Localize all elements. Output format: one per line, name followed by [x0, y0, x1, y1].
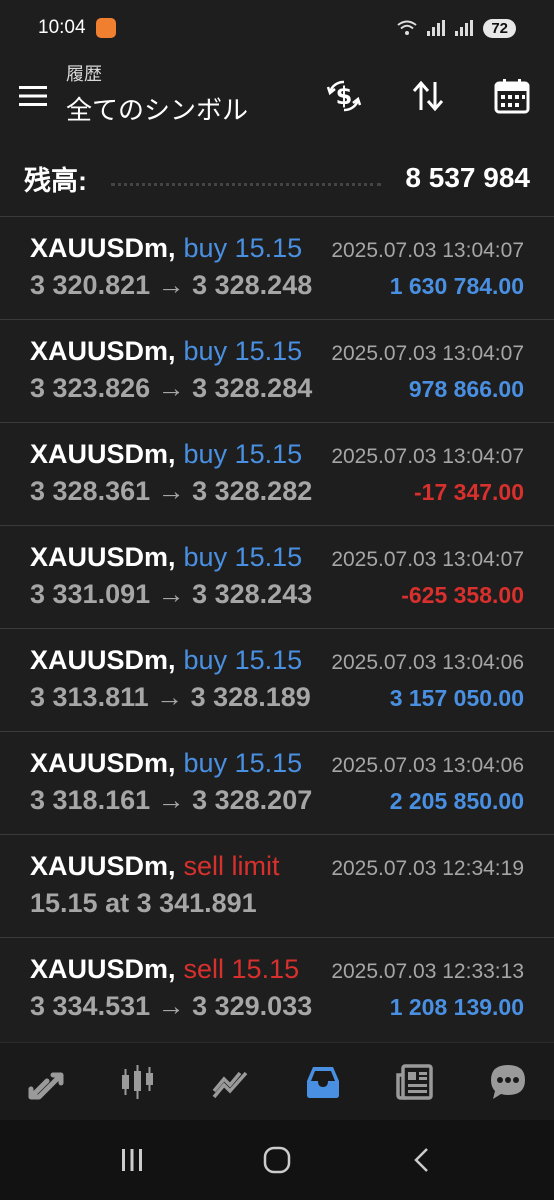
- trade-profit: 1 630 784.00: [389, 273, 524, 299]
- trade-time: 2025.07.03 13:04:07: [331, 445, 524, 468]
- balance-label: 残高:: [24, 165, 87, 196]
- news-icon: [396, 1064, 434, 1100]
- currency-exchange-button[interactable]: $: [302, 56, 386, 136]
- home-icon: [263, 1146, 291, 1174]
- page-subtitle: 履歴: [66, 63, 102, 84]
- trade-time: 2025.07.03 13:04:06: [331, 651, 524, 674]
- recent-apps-button[interactable]: [102, 1130, 162, 1190]
- quotes-icon: [28, 1072, 64, 1100]
- table-row[interactable]: XAUUSDm, buy 15.15 2025.07.03 13:04:07 3 3…: [0, 216, 554, 319]
- balance-row: 残高: 8 537 984: [0, 148, 554, 208]
- trade-prices: 3 331.091 → 3 328.243: [30, 579, 313, 609]
- signal-icon: [427, 20, 446, 36]
- calendar-icon: [494, 79, 530, 114]
- trade-side: buy 15.15: [183, 439, 303, 469]
- chart-icon: [122, 1065, 154, 1099]
- trade-prices: 15.15 at 3 341.891: [30, 888, 257, 918]
- trade-side: buy 15.15: [183, 542, 303, 572]
- trade-side: buy 15.15: [183, 645, 303, 675]
- back-button[interactable]: [392, 1130, 452, 1190]
- signal-icon-2: [455, 20, 474, 36]
- clock: 10:04: [38, 17, 86, 38]
- balance-value: 8 537 984: [405, 162, 530, 193]
- trade-symbol: XAUUSDm,: [30, 645, 176, 675]
- title-block[interactable]: 履歴 全てのシンボル: [66, 64, 302, 127]
- trade-time: 2025.07.03 13:04:06: [331, 754, 524, 777]
- currency-exchange-icon: $: [326, 80, 362, 112]
- calendar-button[interactable]: [470, 56, 554, 136]
- sort-button[interactable]: [386, 56, 470, 136]
- system-navigation: [0, 1120, 554, 1200]
- home-button[interactable]: [247, 1130, 307, 1190]
- nav-news[interactable]: [385, 1052, 445, 1112]
- wifi-icon: [397, 20, 417, 35]
- trade-prices: 3 323.826 → 3 328.284: [30, 373, 313, 403]
- table-row[interactable]: XAUUSDm, buy 15.15 2025.07.03 13:04:07 3 3…: [0, 319, 554, 422]
- back-icon: [413, 1148, 428, 1172]
- trade-profit: 2 205 850.00: [389, 788, 524, 814]
- trade-symbol: XAUUSDm,: [30, 439, 176, 469]
- trade-time: 2025.07.03 12:34:19: [331, 857, 524, 880]
- bottom-navigation: [0, 1042, 554, 1121]
- nav-history[interactable]: [293, 1052, 353, 1112]
- page-title: 全てのシンボル: [66, 94, 249, 125]
- table-row[interactable]: XAUUSDm, buy 15.15 2025.07.03 13:04:06 3 3…: [0, 731, 554, 834]
- trade-side: sell limit: [183, 851, 280, 881]
- trade-time: 2025.07.03 13:04:07: [331, 342, 524, 365]
- trade-symbol: XAUUSDm,: [30, 542, 176, 572]
- svg-text:$: $: [336, 82, 353, 110]
- nav-trade[interactable]: [201, 1052, 261, 1112]
- trade-profit: 978 866.00: [408, 376, 524, 402]
- trade-profit: -17 347.00: [414, 479, 524, 505]
- menu-button[interactable]: [0, 56, 66, 136]
- trade-side: buy 15.15: [183, 748, 303, 778]
- trade-profit: -625 358.00: [401, 582, 524, 608]
- leader-dots: [111, 171, 382, 186]
- trade-profit: 3 157 050.00: [389, 685, 524, 711]
- nav-chat[interactable]: [478, 1052, 538, 1112]
- menu-icon: [19, 86, 47, 106]
- nav-chart[interactable]: [108, 1052, 168, 1112]
- trade-prices: 3 318.161 → 3 328.207: [30, 785, 313, 815]
- table-row[interactable]: XAUUSDm, buy 15.15 2025.07.03 13:04:06 3 3…: [0, 628, 554, 731]
- battery-indicator: 72: [483, 18, 516, 38]
- notification-app-icon: [95, 18, 116, 38]
- trade-time: 2025.07.03 12:33:13: [331, 960, 524, 983]
- toolbar: 履歴 全てのシンボル $: [0, 56, 554, 136]
- sort-icon: [412, 80, 444, 112]
- table-row[interactable]: XAUUSDm, buy 15.15 2025.07.03 13:04:07 3 3…: [0, 525, 554, 628]
- trade-time: 2025.07.03 13:04:07: [331, 548, 524, 571]
- trade-side: buy 15.15: [183, 336, 303, 366]
- table-row[interactable]: XAUUSDm, buy 15.15 2025.07.03 13:04:07 3 3…: [0, 422, 554, 525]
- trade-prices: 3 320.821 → 3 328.248: [30, 270, 313, 300]
- history-icon: [307, 1067, 340, 1098]
- status-bar: 10:04 72: [0, 0, 554, 56]
- trade-side: sell 15.15: [183, 954, 300, 984]
- trade-icon: [212, 1071, 248, 1099]
- trade-prices: 3 313.811 → 3 328.189: [30, 682, 311, 712]
- trade-side: buy 15.15: [183, 233, 303, 263]
- table-row[interactable]: XAUUSDm, sell limit 2025.07.03 12:34:19 15…: [0, 834, 554, 937]
- table-row[interactable]: XAUUSDm, sell 15.15 2025.07.03 12:33:13 3 …: [0, 937, 554, 1040]
- trade-symbol: XAUUSDm,: [30, 233, 176, 263]
- trade-list: XAUUSDm, buy 15.15 2025.07.03 13:04:07 3 3…: [0, 216, 554, 1040]
- trade-symbol: XAUUSDm,: [30, 851, 176, 881]
- chat-icon: [490, 1065, 525, 1099]
- trade-symbol: XAUUSDm,: [30, 336, 176, 366]
- trade-profit: 1 208 139.00: [389, 994, 524, 1020]
- nav-quotes[interactable]: [16, 1052, 76, 1112]
- recent-apps-icon: [122, 1149, 143, 1171]
- trade-symbol: XAUUSDm,: [30, 748, 176, 778]
- trade-time: 2025.07.03 13:04:07: [331, 239, 524, 262]
- trade-prices: 3 334.531 → 3 329.033: [30, 991, 313, 1021]
- trade-prices: 3 328.361 → 3 328.282: [30, 476, 313, 506]
- trade-symbol: XAUUSDm,: [30, 954, 176, 984]
